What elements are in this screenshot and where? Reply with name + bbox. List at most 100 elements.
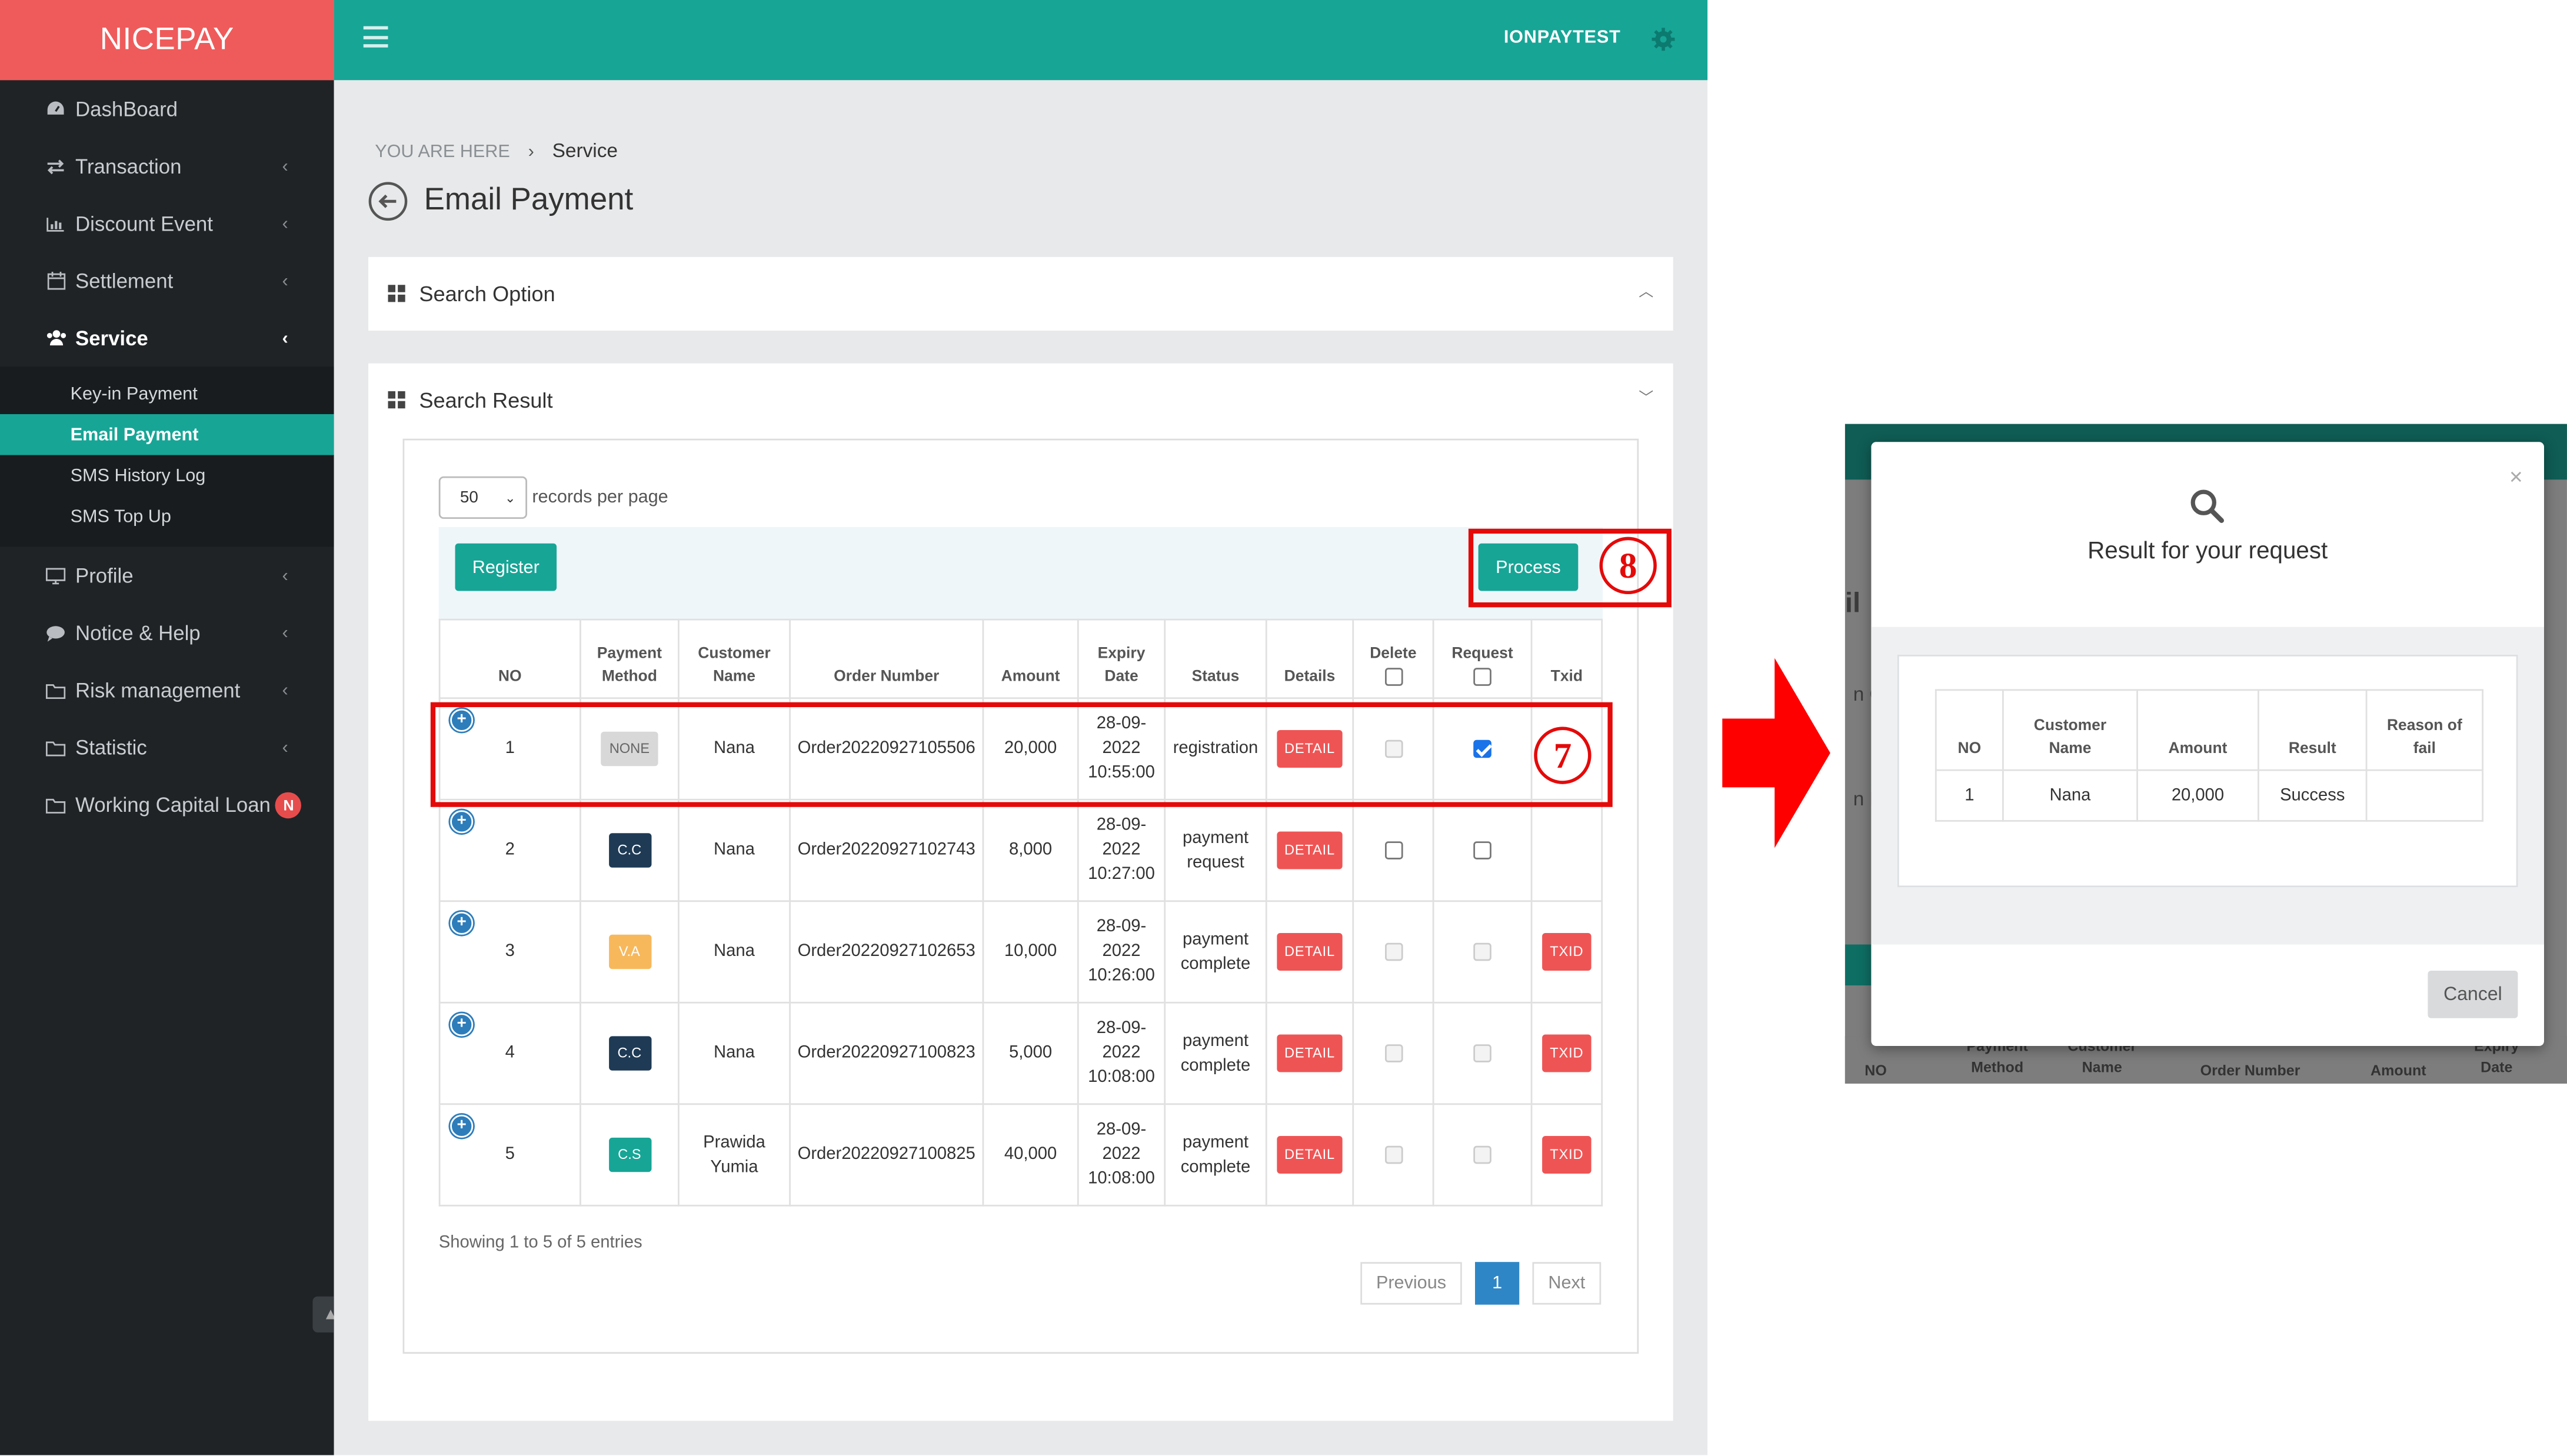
grid-icon [388, 284, 405, 301]
col-order-number[interactable]: Order Number [789, 618, 984, 699]
monitor-icon [44, 565, 67, 585]
sidebar-item-dashboard[interactable]: DashBoard [0, 80, 334, 137]
request-checkbox [1473, 1145, 1491, 1164]
sidebar-item-risk-management[interactable]: Risk management ‹ [0, 661, 334, 718]
result-cell-customer: Nana [2002, 769, 2138, 822]
txid-button[interactable]: TXID [1541, 1136, 1592, 1174]
sidebar-item-transaction[interactable]: Transaction ‹ [0, 138, 334, 195]
detail-button[interactable]: DETAIL [1276, 933, 1343, 971]
submenu-item-sms-top-up[interactable]: SMS Top Up [0, 496, 334, 537]
sidebar-item-settlement[interactable]: Settlement ‹ [0, 252, 334, 309]
col-delete[interactable]: Delete [1352, 618, 1434, 699]
calendar-icon [44, 271, 67, 291]
table-row: +3 V.A Nana Order20220927102653 10,000 2… [438, 900, 1603, 1004]
result-col-result: Result [2258, 689, 2368, 771]
expand-plus-icon[interactable]: + [450, 1013, 474, 1037]
hamburger-menu-icon[interactable] [363, 26, 388, 48]
folder-icon [44, 795, 67, 814]
col-amount[interactable]: Amount [982, 618, 1079, 699]
chevron-left-icon: ‹ [282, 622, 288, 643]
expand-plus-icon[interactable]: + [450, 810, 474, 834]
table-header-row: NO Payment Method Customer Name Order Nu… [438, 618, 1603, 699]
sidebar: NICEPAY DashBoard Transaction ‹ Discount… [0, 0, 349, 1455]
detail-button[interactable]: DETAIL [1276, 831, 1343, 869]
cell-order-number: Order20220927102743 [789, 798, 984, 902]
row-no: 5 [505, 1144, 515, 1164]
records-per-page: 50 ⌄ records per page [438, 476, 668, 519]
submenu-item-key-in-payment[interactable]: Key-in Payment [0, 373, 334, 414]
sidebar-item-discount-event[interactable]: Discount Event ‹ [0, 195, 334, 252]
pagination-previous[interactable]: Previous [1360, 1262, 1462, 1305]
col-details[interactable]: Details [1265, 618, 1354, 699]
cell-request [1432, 900, 1533, 1004]
col-status[interactable]: Status [1164, 618, 1267, 699]
page-title-text: Email Payment [424, 183, 634, 218]
select-all-request-checkbox[interactable] [1473, 668, 1491, 686]
detail-button[interactable]: DETAIL [1276, 1034, 1343, 1072]
cell-payment-method: C.S [580, 1103, 680, 1207]
sidebar-item-notice-help[interactable]: Notice & Help ‹ [0, 604, 334, 661]
cell-status: payment complete [1164, 1001, 1267, 1105]
sidebar-item-profile[interactable]: Profile ‹ [0, 547, 334, 604]
chevron-down-icon[interactable]: ﹀ [1639, 387, 1653, 408]
col-txid[interactable]: Txid [1530, 618, 1603, 699]
row-no: 2 [505, 839, 515, 859]
records-per-page-select[interactable]: 50 ⌄ [438, 476, 527, 519]
select-all-delete-checkbox[interactable] [1384, 668, 1403, 686]
payment-method-badge: C.S [608, 1137, 651, 1172]
cell-request [1432, 1103, 1533, 1207]
sidebar-item-working-capital-loan[interactable]: Working Capital Loan N [0, 776, 334, 833]
txid-button[interactable]: TXID [1541, 933, 1592, 971]
sidebar-item-service[interactable]: Service ‹ [0, 309, 334, 367]
cell-delete [1352, 1103, 1434, 1207]
pagination-next[interactable]: Next [1532, 1262, 1602, 1305]
result-col-reason: Reason of fail [2365, 689, 2484, 771]
breadcrumb-current[interactable]: Service [552, 139, 618, 162]
submenu-item-email-payment[interactable]: Email Payment [0, 414, 334, 455]
submenu-item-sms-history-log[interactable]: SMS History Log [0, 455, 334, 497]
search-option-header[interactable]: Search Option ︿ [368, 257, 1673, 329]
back-arrow-icon[interactable] [368, 182, 408, 221]
chevron-left-icon: ‹ [282, 680, 288, 700]
cell-details: DETAIL [1265, 1103, 1354, 1207]
sidebar-item-statistic[interactable]: Statistic ‹ [0, 719, 334, 776]
close-icon[interactable]: × [2509, 463, 2523, 489]
cell-payment-method: C.C [580, 798, 680, 902]
cell-txid: TXID [1530, 900, 1603, 1004]
step-8-marker: 8 [1599, 537, 1657, 595]
col-no[interactable]: NO [438, 618, 581, 699]
cancel-button[interactable]: Cancel [2428, 971, 2518, 1018]
result-modal: × Result for your request NO Customer Na… [1871, 442, 2545, 1047]
search-option-panel: Search Option ︿ [368, 256, 1673, 331]
result-col-customer-name: Customer Name [2002, 689, 2138, 771]
request-checkbox[interactable] [1473, 841, 1491, 859]
pagination-page-1[interactable]: 1 [1475, 1262, 1520, 1305]
user-name[interactable]: IONPAYTEST [1504, 28, 1621, 47]
expand-plus-icon[interactable]: + [450, 911, 474, 935]
gear-icon[interactable] [1650, 26, 1677, 53]
page-title: Email Payment [368, 182, 633, 221]
row-1-highlight-box [430, 702, 1613, 807]
register-button[interactable]: Register [455, 543, 557, 591]
result-row: 1 Nana 20,000 Success [1935, 769, 2484, 822]
chevron-down-icon: ⌄ [504, 490, 516, 505]
col-customer-name[interactable]: Customer Name [677, 618, 791, 699]
expand-plus-icon[interactable]: + [450, 1114, 474, 1138]
expiry-date-time: 10:08:00 [1088, 1168, 1155, 1189]
sidebar-item-label: DashBoard [75, 97, 178, 121]
cell-status: payment complete [1164, 1103, 1267, 1207]
txid-button[interactable]: TXID [1541, 1034, 1592, 1072]
status-line1: payment [1182, 929, 1249, 949]
result-col-no: NO [1935, 689, 2004, 771]
col-expiry-date[interactable]: Expiry Date [1077, 618, 1166, 699]
result-cell-no: 1 [1935, 769, 2004, 822]
brand-logo[interactable]: NICEPAY [0, 0, 334, 81]
cell-no: +2 [438, 798, 581, 902]
delete-checkbox[interactable] [1384, 841, 1403, 859]
col-payment-method[interactable]: Payment Method [580, 618, 680, 699]
search-result-header[interactable]: Search Result ﹀ [368, 364, 1673, 435]
detail-button[interactable]: DETAIL [1276, 1136, 1343, 1174]
ghost-col-amount: Amount [2370, 1062, 2426, 1079]
col-request[interactable]: Request [1432, 618, 1533, 699]
chevron-up-icon[interactable]: ︿ [1639, 280, 1653, 301]
